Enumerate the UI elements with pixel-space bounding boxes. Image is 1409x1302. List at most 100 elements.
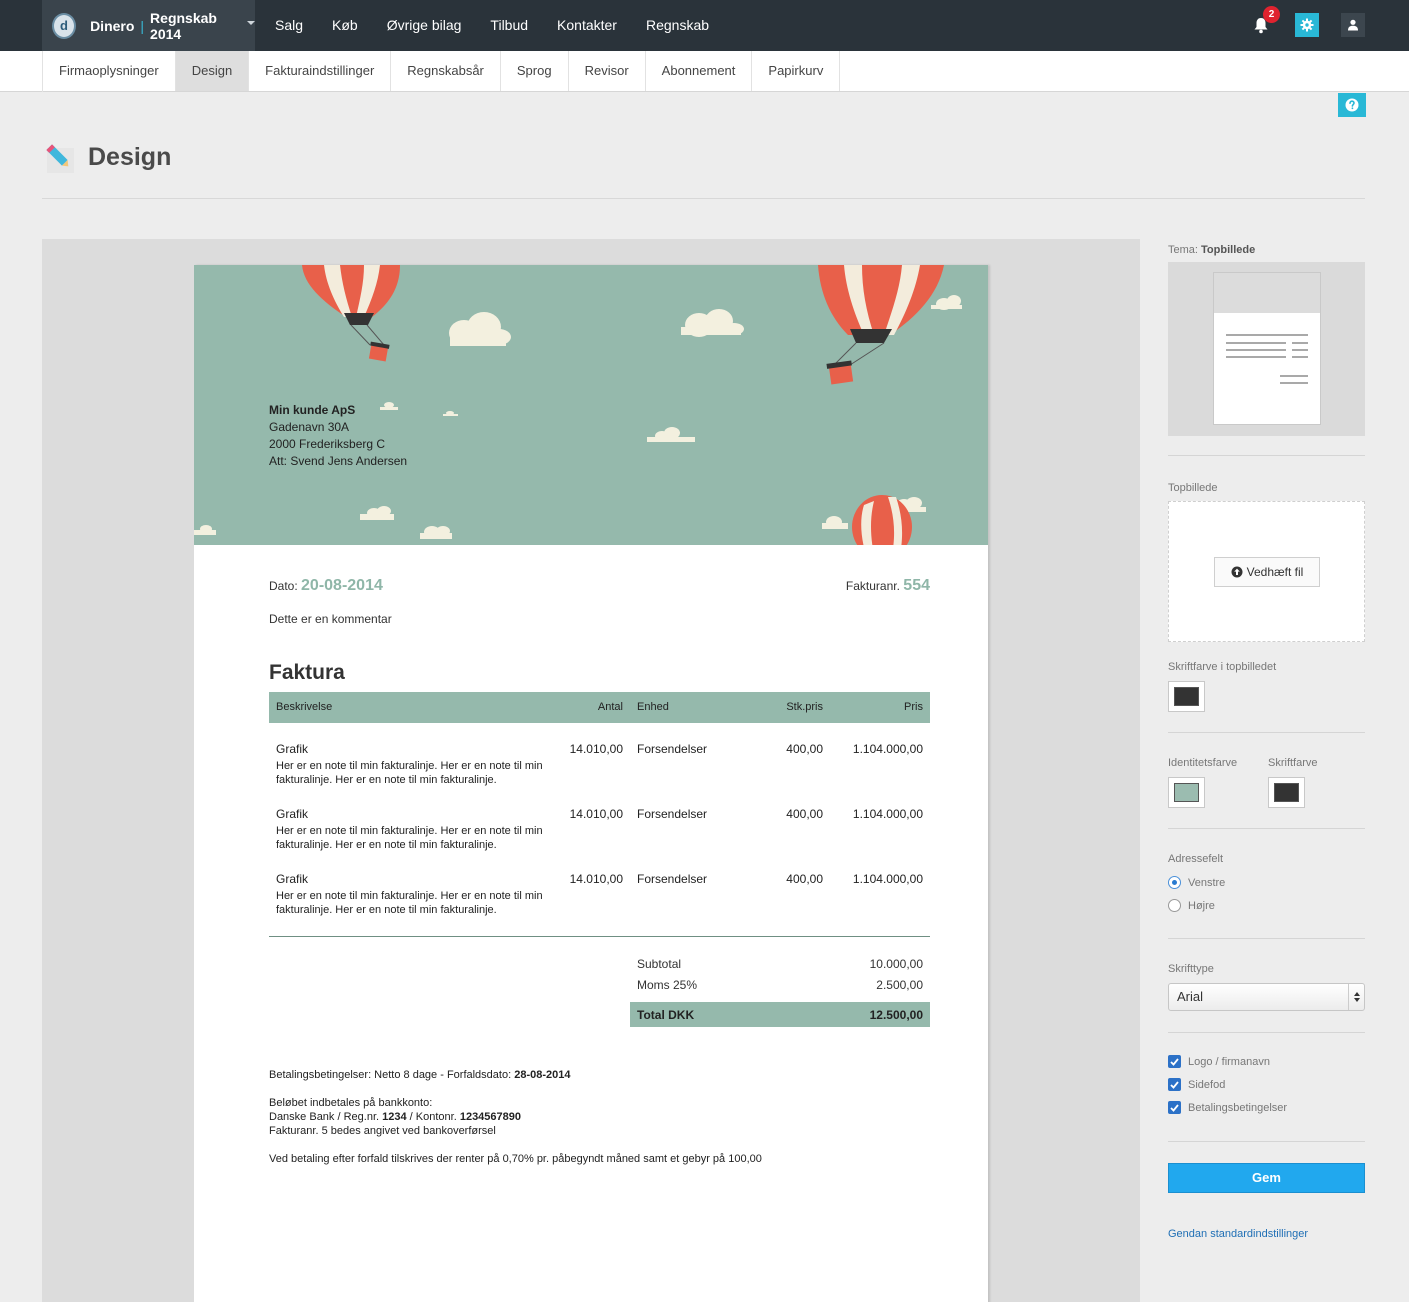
question-icon [1345,98,1359,112]
topimage-font-color-label: Skriftfarve i topbilledet [1168,661,1277,673]
logo-checkbox-row[interactable]: Logo / firmanavn [1168,1055,1270,1068]
user-icon [1348,19,1358,31]
color-swatch [1174,783,1199,802]
invoice-title: Faktura [269,661,345,684]
color-swatch [1274,783,1299,802]
invoice-top-image: Min kunde ApS Gadenavn 30A 2000 Frederik… [194,265,988,545]
thumbnail-line [1292,356,1308,358]
nav-ovrige-bilag[interactable]: Øvrige bilag [387,0,462,51]
invoice-date: 20-08-2014 [301,577,383,594]
notifications-button[interactable]: 2 [1249,6,1280,37]
line-unit-price: 400,00 [786,742,823,756]
topimage-font-color-picker[interactable] [1168,681,1205,712]
brand-switcher[interactable]: d Dinero | Regnskab 2014 [42,0,255,51]
bank-info: Beløbet indbetales på bankkonto: Danske … [269,1096,521,1138]
font-color-picker[interactable] [1268,777,1305,808]
help-button[interactable] [1338,93,1366,117]
design-pencil-icon [42,140,76,174]
nav-kob[interactable]: Køb [332,0,358,51]
color-swatch [1174,687,1199,706]
theme-thumbnail-top [1214,273,1320,313]
nav-kontakter[interactable]: Kontakter [557,0,617,51]
tab-design[interactable]: Design [175,51,250,91]
settings-subnav: Firmaoplysninger Design Fakturaindstilli… [0,51,1409,92]
main-nav: Salg Køb Øvrige bilag Tilbud Kontakter R… [275,0,738,51]
col-price: Pris [904,701,923,713]
terms-checkbox-row[interactable]: Betalingsbetingelser [1168,1101,1287,1114]
line-unit: Forsendelser [637,872,708,886]
page-header: Design [42,140,171,174]
invoice-page: Min kunde ApS Gadenavn 30A 2000 Frederik… [194,265,988,1302]
font-type-label: Skrifttype [1168,963,1214,975]
tab-papirkurv[interactable]: Papirkurv [752,51,841,91]
line-unit-price: 400,00 [786,807,823,821]
invoice-table-header: Beskrivelse Antal Enhed Stk.pris Pris [269,692,930,723]
topimage-dropzone[interactable]: Vedhæft fil [1168,501,1365,642]
payment-terms: Betalingsbetingelser: Netto 8 dage - For… [269,1068,571,1082]
line-note: Her er en note til min fakturalinje. Her… [276,760,543,786]
theme-selector[interactable] [1168,262,1365,436]
checkbox-logo[interactable] [1168,1055,1181,1068]
checkbox-betalingsbetingelser[interactable] [1168,1101,1181,1114]
user-menu-button[interactable] [1341,13,1365,37]
thumbnail-line [1292,342,1308,344]
nav-tilbud[interactable]: Tilbud [490,0,528,51]
select-arrows-icon [1348,984,1364,1010]
save-button[interactable]: Gem [1168,1163,1365,1193]
address-field-label: Adressefelt [1168,853,1224,865]
total-label: Total DKK [637,1008,695,1022]
account-nr: 1234567890 [459,1111,522,1123]
vat-value: 2.500,00 [876,978,923,992]
line-note: Her er en note til min fakturalinje. Her… [276,825,543,851]
invoice-number: 554 [903,577,930,594]
footer-checkbox-row[interactable]: Sidefod [1168,1078,1225,1091]
nav-salg[interactable]: Salg [275,0,303,51]
due-date: 28-08-2014 [514,1069,571,1081]
customer-city: 2000 Frederiksberg C [269,437,386,451]
settings-tabs: Firmaoplysninger Design Fakturaindstilli… [42,51,841,92]
tab-regnskabsar[interactable]: Regnskabsår [391,51,501,91]
line-unit: Forsendelser [637,742,708,756]
reg-nr: 1234 [382,1111,407,1123]
nav-regnskab[interactable]: Regnskab [646,0,709,51]
address-left-option[interactable]: Venstre [1168,876,1225,889]
bank-intro: Beløbet indbetales på bankkonto: [269,1097,433,1109]
thumbnail-line [1280,375,1308,377]
checkbox-betalingsbetingelser-label: Betalingsbetingelser [1188,1101,1288,1114]
reset-defaults-link[interactable]: Gendan standardindstillinger [1168,1228,1308,1240]
theme-thumbnail [1213,272,1321,425]
tab-fakturaindstillinger[interactable]: Fakturaindstillinger [249,51,392,91]
thumbnail-line [1226,334,1308,336]
subtotal-value: 10.000,00 [869,957,923,971]
address-right-option[interactable]: Højre [1168,899,1215,912]
invoice-meta: Dato: 20-08-2014 Fakturanr. 554 [269,577,930,595]
attach-file-button[interactable]: Vedhæft fil [1214,557,1320,587]
checkbox-sidefod[interactable] [1168,1078,1181,1091]
line-unit: Forsendelser [637,807,708,821]
tab-firmaoplysninger[interactable]: Firmaoplysninger [43,51,176,91]
invoice-comment: Dette er en kommentar [269,612,392,626]
radio-hojre[interactable] [1168,899,1181,912]
bank-account-line: Danske Bank / Reg.nr. 1234 / Kontonr. 12… [269,1110,521,1124]
page-title: Design [88,142,172,171]
font-type-select[interactable]: Arial [1168,983,1365,1011]
line-description: Grafik [276,872,309,886]
thumbnail-line [1226,342,1286,344]
bank-note: Fakturanr. 5 bedes angivet ved bankoverf… [269,1125,496,1137]
upload-circle-icon [1231,566,1243,578]
late-fee-text: Ved betaling efter forfald tilskrives de… [269,1153,762,1165]
brand-year: Regnskab 2014 [150,9,217,42]
vat-label: Moms 25% [637,978,698,992]
line-description: Grafik [276,807,309,821]
thumbnail-line [1292,349,1308,351]
attach-file-label: Vedhæft fil [1246,565,1304,579]
lines-divider [269,936,930,937]
identity-color-picker[interactable] [1168,777,1205,808]
tab-revisor[interactable]: Revisor [569,51,646,91]
radio-venstre-label: Venstre [1188,876,1226,889]
settings-button[interactable] [1295,13,1319,37]
radio-venstre[interactable] [1168,876,1181,889]
tab-abonnement[interactable]: Abonnement [646,51,753,91]
tab-sprog[interactable]: Sprog [501,51,569,91]
line-quantity: 14.010,00 [569,872,623,886]
